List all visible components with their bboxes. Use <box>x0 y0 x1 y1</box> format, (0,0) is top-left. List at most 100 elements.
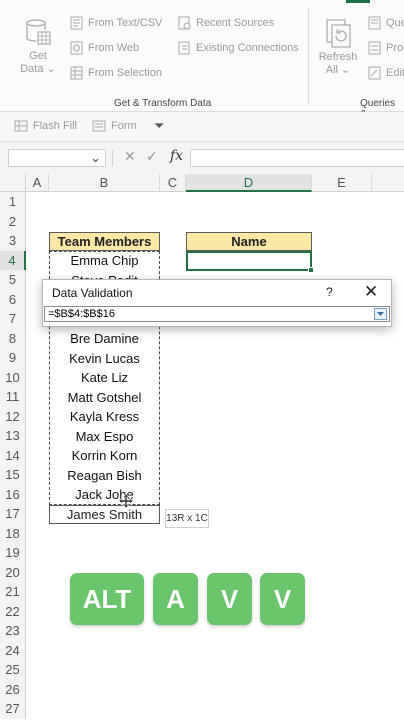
enter-check-icon[interactable]: ✓ <box>146 148 158 165</box>
row-header[interactable]: 18 <box>0 523 26 543</box>
member-cell[interactable]: Reagan Bish <box>49 467 160 486</box>
row-header[interactable]: 13 <box>0 426 26 446</box>
row-header[interactable]: 7 <box>0 309 26 329</box>
from-web-button[interactable]: From Web <box>70 41 139 55</box>
member-cell[interactable]: Kevin Lucas <box>49 350 160 369</box>
row-header[interactable]: 20 <box>0 562 26 582</box>
connections-icon <box>178 41 190 55</box>
column-header-e[interactable]: E <box>312 174 372 192</box>
member-cell[interactable]: Jack Johe <box>49 486 160 505</box>
fill-handle[interactable] <box>308 267 314 273</box>
column-header-d[interactable]: D <box>186 174 312 192</box>
key-v-first: V <box>207 573 252 625</box>
queries-button[interactable]: Que <box>368 16 404 30</box>
from-web-label: From Web <box>88 42 140 54</box>
column-header-c[interactable]: C <box>160 174 186 192</box>
move-cursor-icon <box>119 494 133 508</box>
existing-connections-label: Existing Connections <box>196 42 299 54</box>
name-box[interactable]: ⌄ <box>8 149 106 167</box>
member-cell[interactable]: Matt Gotshel <box>49 389 160 408</box>
member-cell[interactable]: Kayla Kress <box>49 408 160 427</box>
member-cell[interactable]: Kate Liz <box>49 369 160 388</box>
selection-size-tooltip: 13R x 1C <box>165 509 209 528</box>
row-header[interactable]: 3 <box>0 231 26 251</box>
web-page-icon <box>70 41 83 55</box>
chevron-down-icon: ⌄ <box>341 64 351 76</box>
row-header[interactable]: 9 <box>0 348 26 368</box>
row-header[interactable]: 16 <box>0 484 26 504</box>
expand-dialog-button[interactable] <box>374 308 387 320</box>
member-cell[interactable]: Emma Chip <box>49 252 160 271</box>
row-header[interactable]: 26 <box>0 679 26 699</box>
refresh-all-button[interactable]: Refresh All ⌄ <box>318 18 358 77</box>
edit-links-button[interactable]: Edit <box>368 66 404 80</box>
refresh-label: Refresh <box>318 51 358 63</box>
get-data-button[interactable]: Get Data ⌄ <box>20 18 56 76</box>
row-header[interactable]: 10 <box>0 367 26 387</box>
row-header[interactable]: 8 <box>0 328 26 348</box>
member-cell-last[interactable]: James Smith <box>49 505 160 524</box>
chevron-down-icon: ⌄ <box>46 63 56 75</box>
refresh-icon <box>326 19 351 48</box>
from-text-csv-label: From Text/CSV <box>88 17 163 29</box>
recent-sources-button[interactable]: Recent Sources <box>178 16 274 30</box>
row-header[interactable]: 5 <box>0 270 26 290</box>
row-header[interactable]: 21 <box>0 582 26 602</box>
flash-fill-button[interactable]: Flash Fill <box>14 120 77 132</box>
active-cell-d4[interactable] <box>186 251 314 273</box>
from-selection-button[interactable]: From Selection <box>70 66 162 80</box>
row-header[interactable]: 25 <box>0 660 26 680</box>
row-header[interactable]: 2 <box>0 211 26 231</box>
form-icon <box>92 120 106 132</box>
column-header-f[interactable] <box>372 174 404 192</box>
row-header[interactable]: 14 <box>0 445 26 465</box>
cancel-icon[interactable]: ✕ <box>124 148 136 165</box>
text-file-icon <box>70 16 83 30</box>
flash-fill-label: Flash Fill <box>33 120 78 132</box>
name-header[interactable]: Name <box>186 232 312 251</box>
expand-arrow-icon <box>377 312 384 316</box>
member-cell[interactable]: Max Espo <box>49 428 160 447</box>
form-label: Form <box>111 120 137 132</box>
select-all-corner[interactable] <box>0 174 26 192</box>
formula-input[interactable] <box>190 149 404 167</box>
row-header[interactable]: 19 <box>0 543 26 563</box>
get-data-label: Get <box>29 50 47 62</box>
row-header[interactable]: 17 <box>0 504 26 524</box>
flash-fill-icon <box>14 120 28 132</box>
column-header-b[interactable]: B <box>49 174 160 192</box>
customize-arrow-icon: ⏷ <box>154 118 165 133</box>
insert-function-icon[interactable]: fx <box>170 148 183 164</box>
properties-button[interactable]: Pro <box>368 41 403 55</box>
quick-toolbar: Flash Fill Form ⏷ <box>0 112 404 142</box>
row-header[interactable]: 24 <box>0 640 26 660</box>
row-header[interactable]: 12 <box>0 406 26 426</box>
recent-sources-label: Recent Sources <box>196 17 275 29</box>
properties-label: Pro <box>386 42 404 54</box>
ribbon: Get Data ⌄ From Text/CSV From Web From S… <box>0 0 404 120</box>
team-members-header[interactable]: Team Members <box>49 232 160 251</box>
help-button[interactable]: ? <box>326 285 333 299</box>
row-header[interactable]: 11 <box>0 387 26 407</box>
close-button[interactable]: ✕ <box>364 282 378 302</box>
get-data-label-2: Data ⌄ <box>20 63 56 75</box>
column-header-a[interactable]: A <box>26 174 49 192</box>
member-cell[interactable]: Bre Damine <box>49 330 160 349</box>
table-icon <box>70 66 83 80</box>
row-header[interactable]: 23 <box>0 621 26 641</box>
customize-toolbar-button[interactable]: ⏷ <box>154 118 164 134</box>
chevron-down-icon: ⌄ <box>90 150 101 165</box>
member-cell[interactable]: Korrin Korn <box>49 447 160 466</box>
group-label-get-transform: Get & Transform Data <box>114 98 212 109</box>
existing-connections-button[interactable]: Existing Connections <box>178 41 299 55</box>
form-button[interactable]: Form <box>92 120 137 132</box>
key-v-second: V <box>260 573 305 625</box>
row-header[interactable]: 6 <box>0 289 26 309</box>
row-header[interactable]: 15 <box>0 465 26 485</box>
row-header[interactable]: 1 <box>0 192 26 212</box>
row-header[interactable]: 22 <box>0 601 26 621</box>
row-header[interactable]: 4 <box>0 250 26 270</box>
row-header[interactable]: 27 <box>0 699 26 719</box>
reference-input[interactable]: =$B$4:$B$16 <box>44 306 390 322</box>
from-text-csv-button[interactable]: From Text/CSV <box>70 16 162 30</box>
